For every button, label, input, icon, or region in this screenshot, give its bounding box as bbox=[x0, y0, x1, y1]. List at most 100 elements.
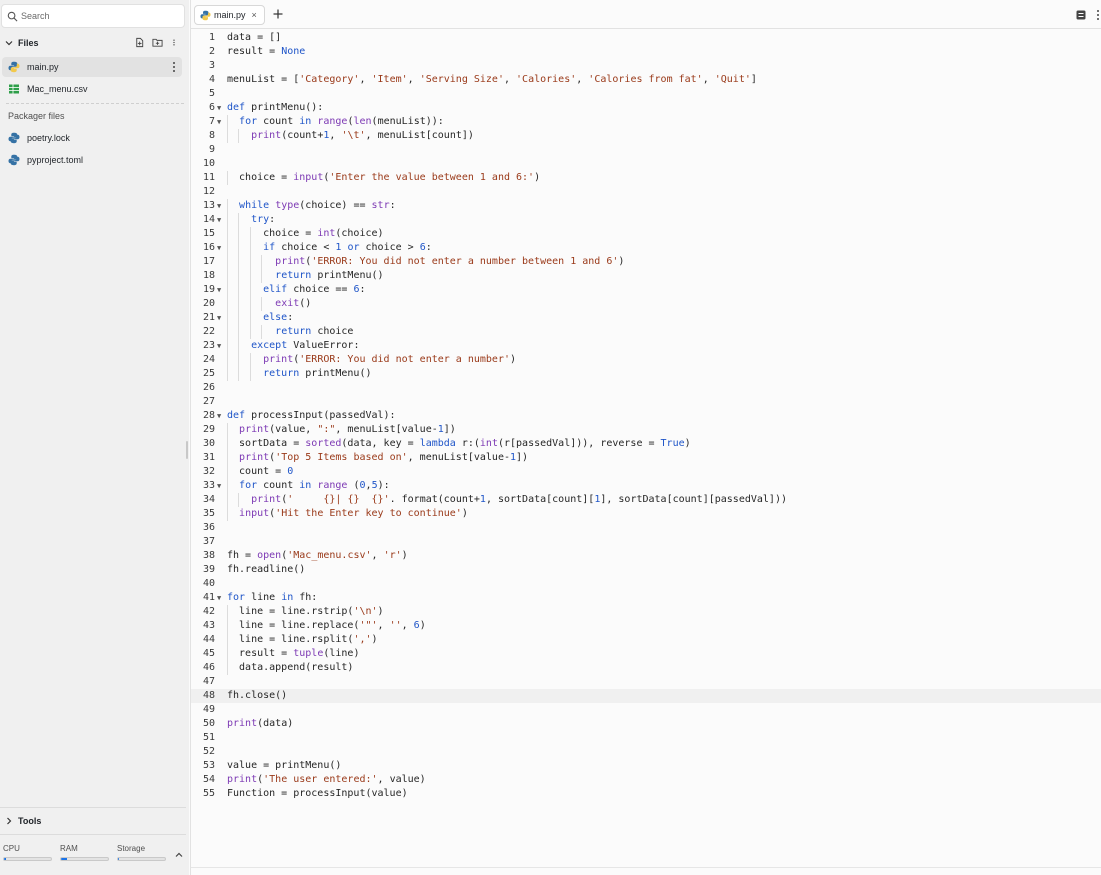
code-line[interactable]: 27 bbox=[191, 395, 1101, 409]
fold-arrow-icon[interactable]: ▼ bbox=[217, 591, 221, 605]
indent-guide bbox=[227, 633, 228, 647]
file-name: poetry.lock bbox=[27, 133, 70, 143]
file-item-main-py[interactable]: main.py bbox=[2, 57, 182, 77]
code-line[interactable]: 7 ▼ for count in range(len(menuList)): bbox=[191, 115, 1101, 129]
tab-main-py[interactable]: main.py × bbox=[194, 5, 265, 25]
chevron-up-icon[interactable] bbox=[174, 850, 184, 860]
code-line[interactable]: 46 data.append(result) bbox=[191, 661, 1101, 675]
python-icon bbox=[8, 154, 20, 166]
code-line[interactable]: 1 data = [] bbox=[191, 31, 1101, 45]
fold-arrow-icon[interactable]: ▼ bbox=[217, 115, 221, 129]
code-line[interactable]: 8 print(count+1, '\t', menuList[count]) bbox=[191, 129, 1101, 143]
more-options-icon[interactable] bbox=[170, 37, 178, 48]
close-icon[interactable]: × bbox=[252, 10, 257, 20]
indent-guide bbox=[227, 213, 228, 227]
code-line[interactable]: 39 fh.readline() bbox=[191, 563, 1101, 577]
new-file-icon[interactable] bbox=[134, 37, 145, 48]
line-number: 46 bbox=[202, 662, 215, 673]
code-line[interactable]: 48 fh.close() bbox=[191, 689, 1101, 703]
code-line[interactable]: 43 line = line.replace('"', '', 6) bbox=[191, 619, 1101, 633]
code-text: for count in range(len(menuList)): bbox=[239, 116, 444, 127]
code-editor[interactable]: 1 data = [] 2 result = None 3 4 menuList = ['C… bbox=[191, 31, 1101, 831]
code-line[interactable]: 26 bbox=[191, 381, 1101, 395]
code-line[interactable]: 24 print('ERROR: You did not enter a num… bbox=[191, 353, 1101, 367]
code-line[interactable]: 17 print('ERROR: You did not enter a num… bbox=[191, 255, 1101, 269]
code-line[interactable]: 40 bbox=[191, 577, 1101, 591]
more-options-icon[interactable] bbox=[1096, 9, 1100, 21]
code-line[interactable]: 37 bbox=[191, 535, 1101, 549]
fold-arrow-icon[interactable]: ▼ bbox=[217, 311, 221, 325]
code-text: for line in fh: bbox=[227, 592, 318, 603]
file-item-pyproject-toml[interactable]: pyproject.toml bbox=[2, 150, 182, 170]
layout-icon[interactable] bbox=[1076, 10, 1086, 20]
code-line[interactable]: 10 bbox=[191, 157, 1101, 171]
code-line[interactable]: 22 return choice bbox=[191, 325, 1101, 339]
code-line[interactable]: 16 ▼ if choice < 1 or choice > 6: bbox=[191, 241, 1101, 255]
pane-resize-handle[interactable] bbox=[186, 441, 188, 459]
code-line[interactable]: 14 ▼ try: bbox=[191, 213, 1101, 227]
code-line[interactable]: 54 print('The user entered:', value) bbox=[191, 773, 1101, 787]
tools-section-header[interactable]: Tools bbox=[0, 811, 186, 831]
code-line[interactable]: 30 sortData = sorted(data, key = lambda … bbox=[191, 437, 1101, 451]
code-line[interactable]: 6 ▼ def printMenu(): bbox=[191, 101, 1101, 115]
code-line[interactable]: 13 ▼ while type(choice) == str: bbox=[191, 199, 1101, 213]
code-line[interactable]: 35 input('Hit the Enter key to continue'… bbox=[191, 507, 1101, 521]
code-line[interactable]: 31 print('Top 5 Items based on', menuLis… bbox=[191, 451, 1101, 465]
code-line[interactable]: 45 result = tuple(line) bbox=[191, 647, 1101, 661]
code-line[interactable]: 49 bbox=[191, 703, 1101, 717]
search-box[interactable] bbox=[1, 4, 185, 28]
indent-guide bbox=[238, 339, 240, 353]
code-line[interactable]: 12 bbox=[191, 185, 1101, 199]
code-line[interactable]: 29 print(value, ":", menuList[value-1]) bbox=[191, 423, 1101, 437]
code-line[interactable]: 32 count = 0 bbox=[191, 465, 1101, 479]
plus-icon[interactable] bbox=[272, 8, 284, 20]
code-line[interactable]: 36 bbox=[191, 521, 1101, 535]
code-line[interactable]: 55 Function = processInput(value) bbox=[191, 787, 1101, 801]
code-line[interactable]: 52 bbox=[191, 745, 1101, 759]
code-line[interactable]: 20 exit() bbox=[191, 297, 1101, 311]
file-item-poetry-lock[interactable]: poetry.lock bbox=[2, 128, 182, 148]
code-line[interactable]: 9 bbox=[191, 143, 1101, 157]
search-input[interactable] bbox=[21, 11, 171, 21]
files-section-header[interactable]: Files bbox=[0, 33, 186, 53]
code-line[interactable]: 28 ▼ def processInput(passedVal): bbox=[191, 409, 1101, 423]
code-line[interactable]: 38 fh = open('Mac_menu.csv', 'r') bbox=[191, 549, 1101, 563]
fold-arrow-icon[interactable]: ▼ bbox=[217, 479, 221, 493]
code-line[interactable]: 18 return printMenu() bbox=[191, 269, 1101, 283]
indent-guide bbox=[249, 297, 251, 311]
fold-arrow-icon[interactable]: ▼ bbox=[217, 199, 221, 213]
file-item-mac-menu-csv[interactable]: Mac_menu.csv bbox=[2, 79, 182, 99]
code-line[interactable]: 25 return printMenu() bbox=[191, 367, 1101, 381]
code-line[interactable]: 33 ▼ for count in range (0,5): bbox=[191, 479, 1101, 493]
code-line[interactable]: 5 bbox=[191, 87, 1101, 101]
code-line[interactable]: 21 ▼ else: bbox=[191, 311, 1101, 325]
fold-arrow-icon[interactable]: ▼ bbox=[217, 241, 221, 255]
line-number: 20 bbox=[202, 298, 215, 309]
code-line[interactable]: 50 print(data) bbox=[191, 717, 1101, 731]
code-line[interactable]: 2 result = None bbox=[191, 45, 1101, 59]
code-line[interactable]: 3 bbox=[191, 59, 1101, 73]
code-line[interactable]: 15 choice = int(choice) bbox=[191, 227, 1101, 241]
more-options-icon[interactable] bbox=[170, 60, 178, 74]
fold-arrow-icon[interactable]: ▼ bbox=[217, 339, 221, 353]
chevron-down-icon[interactable] bbox=[4, 38, 14, 48]
fold-arrow-icon[interactable]: ▼ bbox=[217, 409, 221, 423]
fold-arrow-icon[interactable]: ▼ bbox=[217, 101, 221, 115]
new-folder-icon[interactable] bbox=[152, 37, 163, 48]
code-line[interactable]: 53 value = printMenu() bbox=[191, 759, 1101, 773]
code-line[interactable]: 47 bbox=[191, 675, 1101, 689]
code-line[interactable]: 34 print(' {}| {} {}'. format(count+1, s… bbox=[191, 493, 1101, 507]
fold-arrow-icon[interactable]: ▼ bbox=[217, 283, 221, 297]
code-text: print('The user entered:', value) bbox=[227, 774, 426, 785]
fold-arrow-icon[interactable]: ▼ bbox=[217, 213, 221, 227]
code-line[interactable]: 23 ▼ except ValueError: bbox=[191, 339, 1101, 353]
line-number: 54 bbox=[202, 774, 215, 785]
chevron-right-icon[interactable] bbox=[4, 816, 14, 826]
code-line[interactable]: 42 line = line.rstrip('\n') bbox=[191, 605, 1101, 619]
code-line[interactable]: 4 menuList = ['Category', 'Item', 'Servin… bbox=[191, 73, 1101, 87]
code-line[interactable]: 19 ▼ elif choice == 6: bbox=[191, 283, 1101, 297]
code-line[interactable]: 51 bbox=[191, 731, 1101, 745]
code-line[interactable]: 11 choice = input('Enter the value betwe… bbox=[191, 171, 1101, 185]
code-line[interactable]: 41 ▼ for line in fh: bbox=[191, 591, 1101, 605]
code-line[interactable]: 44 line = line.rsplit(',') bbox=[191, 633, 1101, 647]
